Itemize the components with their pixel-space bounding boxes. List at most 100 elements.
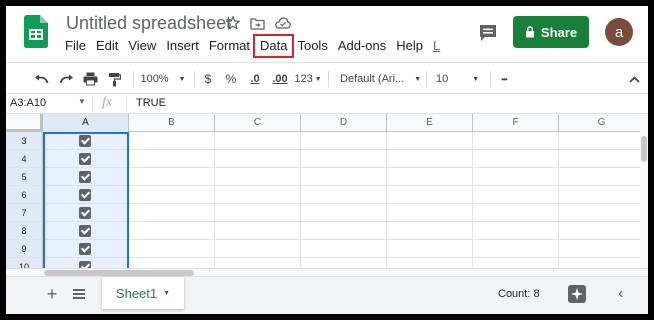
cell-b10[interactable]	[129, 258, 215, 268]
cell-c5[interactable]	[215, 168, 301, 186]
cell-c10[interactable]	[215, 258, 301, 268]
document-title[interactable]: Untitled spreadsheet	[66, 13, 231, 34]
collapse-toolbar-icon[interactable]	[624, 63, 644, 95]
cell-g4[interactable]	[559, 150, 640, 168]
cell-e5[interactable]	[387, 168, 473, 186]
spreadsheet-grid[interactable]: ABCDEFG 3 4 5 6 7 8 9 10	[6, 114, 640, 268]
checkbox-checked[interactable]	[79, 153, 91, 165]
cell-c3[interactable]	[215, 132, 301, 150]
vertical-scrollbar-thumb[interactable]	[641, 136, 647, 162]
cell-e7[interactable]	[387, 204, 473, 222]
menu-tools[interactable]: Tools	[292, 36, 332, 56]
cell-d3[interactable]	[301, 132, 387, 150]
checkbox-checked[interactable]	[79, 171, 91, 183]
selection-count[interactable]: Count: 8	[498, 288, 540, 300]
increase-decimal-button[interactable]: .00	[267, 63, 293, 95]
cell-e4[interactable]	[387, 150, 473, 168]
cloud-status-icon[interactable]	[274, 14, 292, 32]
cell-f7[interactable]	[473, 204, 559, 222]
column-header-b[interactable]: B	[129, 114, 215, 132]
cell-c6[interactable]	[215, 186, 301, 204]
menu-view[interactable]: View	[123, 36, 161, 56]
star-icon[interactable]	[224, 14, 242, 32]
cell-e6[interactable]	[387, 186, 473, 204]
cell-f10[interactable]	[473, 258, 559, 268]
cell-e8[interactable]	[387, 222, 473, 240]
redo-icon[interactable]	[55, 63, 77, 95]
cell-c8[interactable]	[215, 222, 301, 240]
cell-b6[interactable]	[129, 186, 215, 204]
cell-c7[interactable]	[215, 204, 301, 222]
menu-insert[interactable]: Insert	[161, 36, 204, 56]
formula-input[interactable]: TRUE	[136, 97, 166, 109]
cell-d9[interactable]	[301, 240, 387, 258]
cell-c9[interactable]	[215, 240, 301, 258]
cell-f5[interactable]	[473, 168, 559, 186]
dropdown-arrow-icon[interactable]: ▼	[78, 97, 86, 106]
menu-file[interactable]: File	[60, 36, 91, 56]
cell-a5[interactable]	[43, 168, 129, 186]
cell-c4[interactable]	[215, 150, 301, 168]
currency-format-button[interactable]: $	[199, 63, 217, 95]
folder-move-icon[interactable]	[248, 14, 266, 32]
row-header-7[interactable]: 7	[6, 204, 43, 222]
menu-format[interactable]: Format	[204, 36, 255, 56]
row-header-6[interactable]: 6	[6, 186, 43, 204]
cell-b9[interactable]	[129, 240, 215, 258]
cell-g8[interactable]	[559, 222, 640, 240]
cell-a3[interactable]	[43, 132, 129, 150]
cell-a9[interactable]	[43, 240, 129, 258]
column-header-a[interactable]: A	[43, 114, 129, 132]
cell-b7[interactable]	[129, 204, 215, 222]
cell-b4[interactable]	[129, 150, 215, 168]
cell-a4[interactable]	[43, 150, 129, 168]
select-all-corner[interactable]	[6, 114, 43, 132]
last-edit-link[interactable]: L	[428, 36, 445, 56]
row-header-4[interactable]: 4	[6, 150, 43, 168]
cell-d7[interactable]	[301, 204, 387, 222]
cell-g7[interactable]	[559, 204, 640, 222]
sheets-logo-icon[interactable]	[24, 15, 48, 48]
percent-format-button[interactable]: %	[222, 63, 240, 95]
cell-a10[interactable]	[43, 258, 129, 268]
cell-e10[interactable]	[387, 258, 473, 268]
cell-f6[interactable]	[473, 186, 559, 204]
row-header-9[interactable]: 9	[6, 240, 43, 258]
sheet-tab-sheet1[interactable]: Sheet1 ▼	[102, 277, 184, 309]
cell-g5[interactable]	[559, 168, 640, 186]
add-sheet-button[interactable]: +	[44, 285, 60, 303]
all-sheets-list-icon[interactable]	[72, 287, 86, 301]
cell-e9[interactable]	[387, 240, 473, 258]
menu-help[interactable]: Help	[391, 36, 428, 56]
share-button[interactable]: Share	[513, 16, 589, 48]
menu-addons[interactable]: Add-ons	[333, 36, 391, 56]
row-header-5[interactable]: 5	[6, 168, 43, 186]
comment-history-icon[interactable]	[476, 21, 500, 45]
cell-g9[interactable]	[559, 240, 640, 258]
checkbox-checked[interactable]	[79, 261, 91, 268]
decrease-decimal-button[interactable]: .0	[244, 63, 266, 95]
checkbox-checked[interactable]	[79, 135, 91, 147]
cell-d4[interactable]	[301, 150, 387, 168]
cell-d6[interactable]	[301, 186, 387, 204]
cell-d5[interactable]	[301, 168, 387, 186]
account-avatar[interactable]: a	[605, 18, 633, 46]
vertical-scrollbar[interactable]	[640, 114, 648, 268]
zoom-select[interactable]: 100% ▼	[137, 63, 189, 95]
font-size-select[interactable]: 10 ▼	[436, 63, 488, 95]
menu-edit[interactable]: Edit	[91, 36, 123, 56]
cell-g10[interactable]	[559, 258, 640, 268]
cell-d8[interactable]	[301, 222, 387, 240]
more-options-button[interactable]: •••	[494, 63, 514, 95]
print-icon[interactable]	[79, 63, 101, 95]
cell-b3[interactable]	[129, 132, 215, 150]
column-header-g[interactable]: G	[559, 114, 640, 132]
row-header-3[interactable]: 3	[6, 132, 43, 150]
cell-a8[interactable]	[43, 222, 129, 240]
checkbox-checked[interactable]	[79, 225, 91, 237]
checkbox-checked[interactable]	[79, 207, 91, 219]
column-header-e[interactable]: E	[387, 114, 473, 132]
cell-g6[interactable]	[559, 186, 640, 204]
collapse-sidepanel-icon[interactable]: ‹	[618, 285, 623, 303]
checkbox-checked[interactable]	[79, 189, 91, 201]
